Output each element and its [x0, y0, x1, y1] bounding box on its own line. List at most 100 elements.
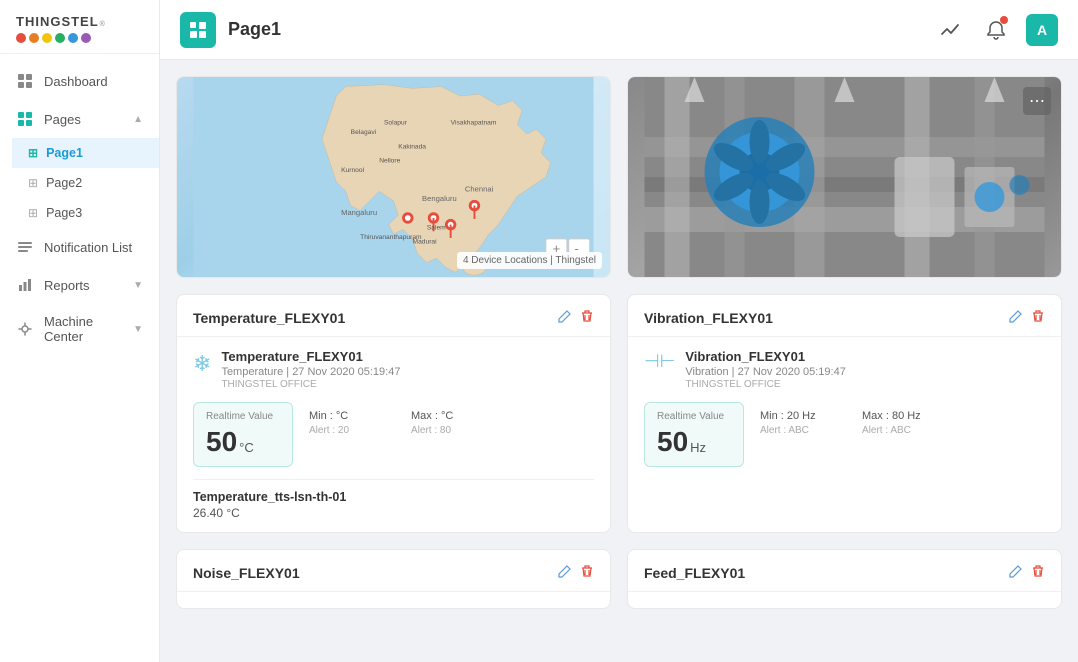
page2-label: Page2: [46, 176, 82, 190]
page3-subicon: ⊞: [28, 206, 38, 220]
temperature-sensor-office: THINGSTEL OFFICE: [221, 379, 594, 390]
more-options-button[interactable]: ⋯: [1023, 87, 1051, 115]
noise-edit-button[interactable]: [558, 564, 572, 581]
vibration-min-alert: Alert : ABC: [760, 425, 842, 436]
temperature-sub-value: 26.40 °C: [193, 506, 594, 520]
reports-chevron: ▼: [133, 280, 143, 291]
notification-list-label: Notification List: [44, 240, 132, 255]
logo-dots: [16, 33, 143, 43]
svg-text:Mangaluru: Mangaluru: [341, 208, 377, 217]
vibration-max-alert: Alert : ABC: [862, 425, 944, 436]
header-page-icon: [180, 12, 216, 48]
sidebar-item-page2[interactable]: ⊞ Page2: [12, 168, 159, 198]
sidebar-item-dashboard[interactable]: Dashboard: [0, 62, 159, 100]
temperature-rt-unit: °C: [239, 440, 254, 458]
page1-label: Page1: [46, 146, 83, 160]
vibration-edit-button[interactable]: [1009, 309, 1023, 326]
page-title: Page1: [228, 19, 922, 40]
temperature-min-alert: Alert : 20: [309, 425, 391, 436]
temperature-card-actions: [558, 309, 594, 326]
vibration-max-box: Max : 80 Hz Alert : ABC: [858, 402, 948, 467]
temperature-card-body: ❄ Temperature_FLEXY01 Temperature | 27 N…: [177, 337, 610, 532]
analytics-button[interactable]: [934, 14, 966, 46]
machine-center-label: Machine Center: [44, 314, 123, 344]
temperature-card-header: Temperature_FLEXY01: [177, 295, 610, 337]
dot-orange: [29, 33, 39, 43]
vibration-realtime-box: Realtime Value 50 Hz: [644, 402, 744, 467]
svg-text:Salem: Salem: [427, 224, 446, 231]
vibration-card: Vibration_FLEXY01 ⊣⊢: [627, 294, 1062, 533]
sidebar-nav: Dashboard Pages ▲ ⊞ Page1 ⊞: [0, 54, 159, 662]
vibration-sensor-office: THINGSTEL OFFICE: [685, 379, 1045, 390]
dot-green: [55, 33, 65, 43]
map-card: Mangaluru Bengaluru Chennai Kurnool Nell…: [176, 76, 611, 278]
svg-text:Nellore: Nellore: [379, 158, 400, 165]
feed-delete-button[interactable]: [1031, 564, 1045, 581]
svg-text:Chennai: Chennai: [465, 184, 494, 193]
temperature-sensor-name: Temperature_FLEXY01: [221, 349, 594, 364]
dashboard-icon: [16, 72, 34, 90]
avatar[interactable]: A: [1026, 14, 1058, 46]
vibration-icon: ⊣⊢: [644, 351, 675, 372]
noise-delete-button[interactable]: [580, 564, 594, 581]
dot-blue: [68, 33, 78, 43]
temperature-rt-value: 50 °C: [206, 426, 280, 458]
machine-center-icon: [16, 320, 34, 338]
page1-subicon: ⊞: [28, 146, 38, 160]
dot-yellow: [42, 33, 52, 43]
pages-chevron: ▲: [133, 114, 143, 125]
temperature-sub-name: Temperature_tts-lsn-th-01: [193, 490, 594, 504]
sidebar-item-page1[interactable]: ⊞ Page1: [12, 138, 159, 168]
page3-label: Page3: [46, 206, 82, 220]
vibration-min-label: Min : 20 Hz: [760, 410, 842, 422]
vibration-rt-label: Realtime Value: [657, 411, 731, 422]
temperature-realtime-box: Realtime Value 50 °C: [193, 402, 293, 467]
sidebar-item-machine-center[interactable]: Machine Center ▼: [0, 304, 159, 354]
temperature-min-label: Min : °C: [309, 410, 391, 422]
temperature-edit-button[interactable]: [558, 309, 572, 326]
temperature-max-label: Max : °C: [411, 410, 493, 422]
feed-card: Feed_FLEXY01: [627, 549, 1062, 609]
more-dots-icon: ⋯: [1029, 91, 1045, 111]
machine-center-chevron: ▼: [133, 324, 143, 335]
feed-edit-button[interactable]: [1009, 564, 1023, 581]
main-area: Page1 A: [160, 0, 1078, 662]
pages-subnav: ⊞ Page1 ⊞ Page2 ⊞ Page3: [0, 138, 159, 228]
temperature-rt-label: Realtime Value: [206, 411, 280, 422]
pages-label: Pages: [44, 112, 81, 127]
vibration-max-label: Max : 80 Hz: [862, 410, 944, 422]
notification-badge: [1000, 16, 1008, 24]
temperature-sensor-values: Realtime Value 50 °C Min : °C Alert : 20…: [193, 402, 594, 467]
pages-icon: [16, 110, 34, 128]
temperature-sub-sensor: Temperature_tts-lsn-th-01 26.40 °C: [193, 479, 594, 520]
vibration-sensor-name: Vibration_FLEXY01: [685, 349, 1045, 364]
sidebar-item-pages[interactable]: Pages ▲: [0, 100, 159, 138]
feed-card-header: Feed_FLEXY01: [628, 550, 1061, 592]
svg-text:Kakinada: Kakinada: [398, 143, 426, 150]
notification-list-icon: [16, 238, 34, 256]
dot-red: [16, 33, 26, 43]
industrial-image-card: ⋯: [627, 76, 1062, 278]
vibration-meta: Vibration_FLEXY01 Vibration | 27 Nov 202…: [685, 349, 1045, 390]
noise-card-header: Noise_FLEXY01: [177, 550, 610, 592]
vibration-rt-unit: Hz: [690, 440, 706, 458]
header-actions: A: [934, 14, 1058, 46]
sidebar-item-reports[interactable]: Reports ▼: [0, 266, 159, 304]
temperature-sensor-info: ❄ Temperature_FLEXY01 Temperature | 27 N…: [193, 349, 594, 390]
vibration-delete-button[interactable]: [1031, 309, 1045, 326]
vibration-min-box: Min : 20 Hz Alert : ABC: [756, 402, 846, 467]
sidebar-item-notification-list[interactable]: Notification List: [0, 228, 159, 266]
temperature-delete-button[interactable]: [580, 309, 594, 326]
logo-text: THINGSTEL: [16, 14, 99, 29]
temperature-icon: ❄: [193, 351, 211, 377]
notifications-button[interactable]: [980, 14, 1012, 46]
svg-text:Madurai: Madurai: [413, 239, 438, 246]
map-label: 4 Device Locations | Thingstel: [457, 252, 602, 269]
vibration-card-title: Vibration_FLEXY01: [644, 310, 773, 326]
industrial-image: [628, 77, 1061, 277]
temperature-min-box: Min : °C Alert : 20: [305, 402, 395, 467]
vibration-sensor-info: ⊣⊢ Vibration_FLEXY01 Vibration | 27 Nov …: [644, 349, 1045, 390]
vibration-card-body: ⊣⊢ Vibration_FLEXY01 Vibration | 27 Nov …: [628, 337, 1061, 491]
svg-text:Visakhapatnam: Visakhapatnam: [451, 120, 497, 127]
sidebar-item-page3[interactable]: ⊞ Page3: [12, 198, 159, 228]
